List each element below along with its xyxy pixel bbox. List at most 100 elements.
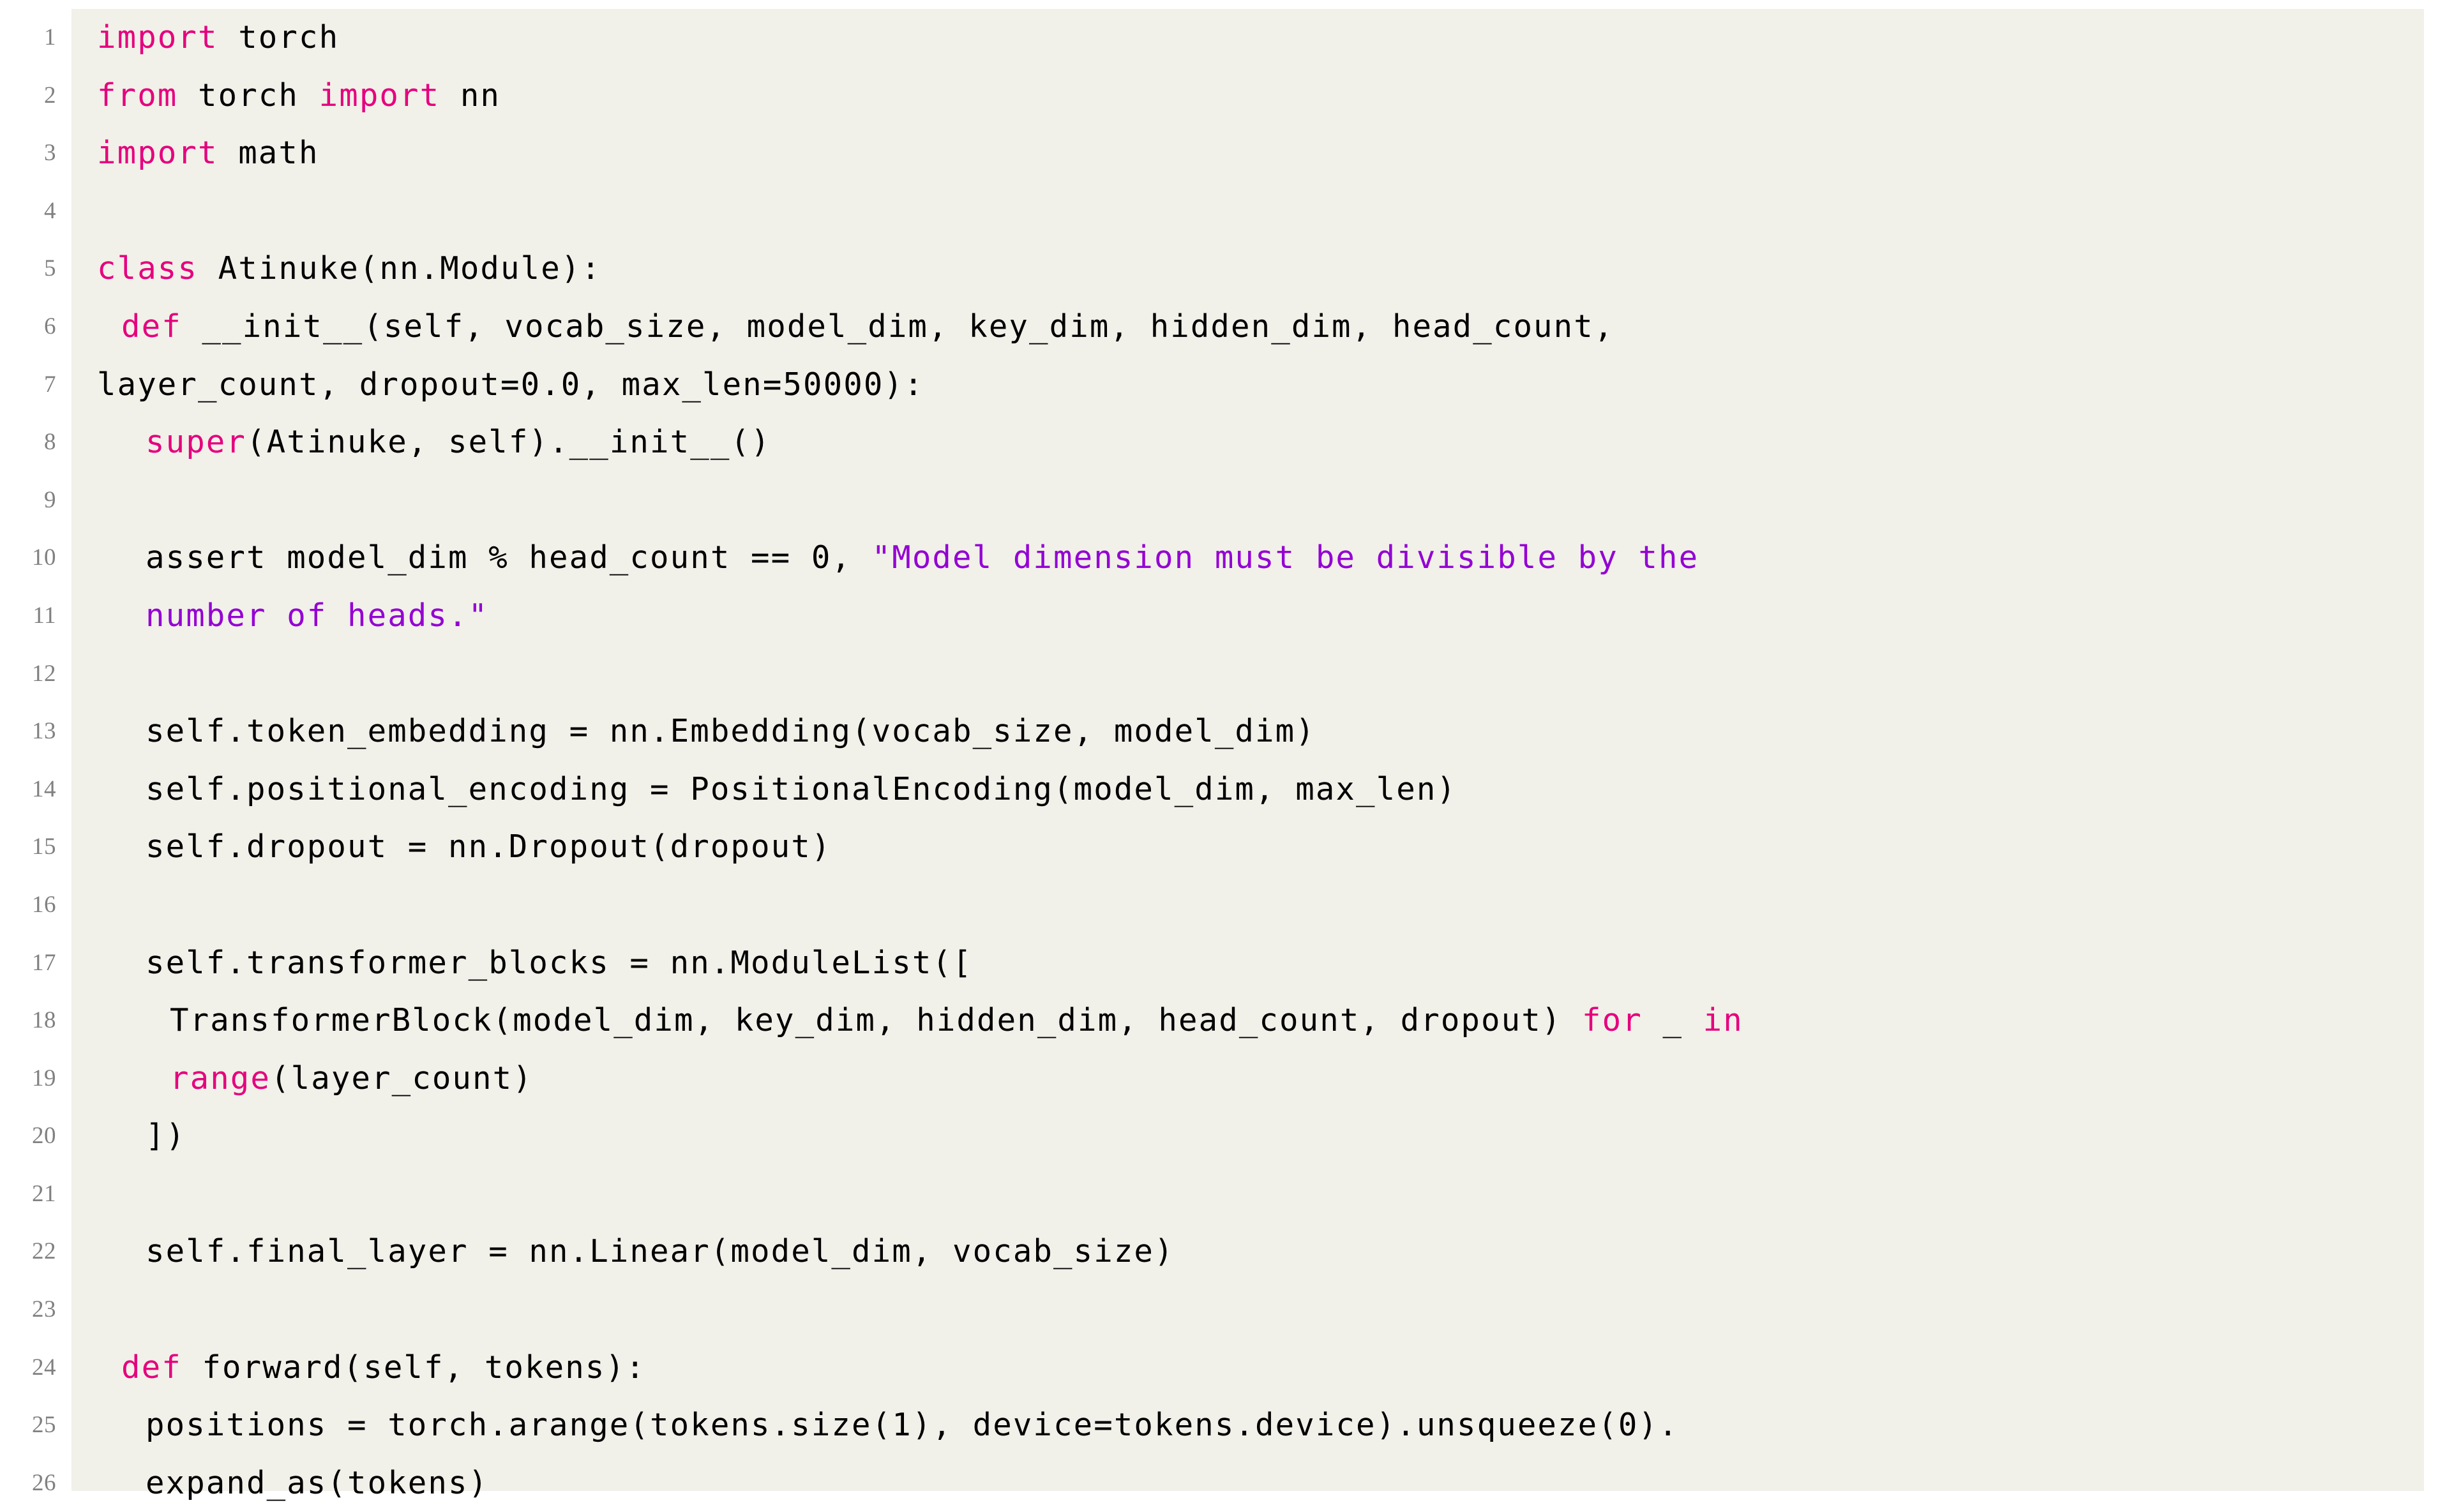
code-line: 16 [0,876,2438,934]
code-line: 13 self.token_embedding = nn.Embedding(vo… [0,703,2438,761]
code-keyword: range [170,1059,271,1097]
line-number: 7 [44,371,56,398]
code-keyword: import [97,135,218,172]
code-line: 11 number of heads." [0,587,2438,645]
line-number: 23 [32,1296,56,1323]
code-line-content: positions = torch.arange(tokens.size(1),… [146,1396,1679,1455]
code-line: 3 import math [0,124,2438,183]
line-number: 6 [44,313,56,340]
code-keyword: super [146,424,247,461]
code-text: self.token_embedding = nn.Embedding(voca… [146,713,1316,750]
line-number: 22 [32,1238,56,1265]
code-line-content: expand_as(tokens) [146,1455,488,1512]
code-keyword: in [1703,1002,1743,1039]
code-line-content: assert model_dim % head_count == 0, "Mod… [146,529,1699,587]
line-number: 20 [32,1123,56,1149]
line-number: 1 [44,24,56,50]
code-keyword: import [319,77,440,114]
code-line-content: self.positional_encoding = PositionalEnc… [146,761,1457,819]
code-text: self.transformer_blocks = nn.ModuleList(… [146,944,973,981]
line-number: 15 [32,834,56,860]
line-number: 3 [44,140,56,167]
code-line: 24 def forward(self, tokens): [0,1339,2438,1397]
code-line: 4 [0,183,2438,241]
code-line: 18 TransformerBlock(model_dim, key_dim, h… [0,992,2438,1050]
code-text: Atinuke(nn.Module): [198,250,602,287]
code-text: assert model_dim % head_count == 0, [146,539,872,576]
code-text: self.positional_encoding = PositionalEnc… [146,770,1457,807]
code-line-content: class Atinuke(nn.Module): [97,240,601,298]
code-text: self.final_layer = nn.Linear(model_dim, … [146,1233,1175,1270]
code-text: torch [177,77,319,114]
code-text: layer_count, dropout=0.0, max_len=50000)… [97,366,924,403]
code-line-content: TransformerBlock(model_dim, key_dim, hid… [170,992,1743,1050]
code-keyword: class [97,250,199,287]
code-text: (layer_count) [271,1059,533,1097]
code-line: 8 super(Atinuke, self).__init__() [0,414,2438,472]
line-number: 14 [32,775,56,802]
code-text: ]) [146,1118,186,1155]
code-line-content: self.token_embedding = nn.Embedding(voca… [146,703,1316,761]
line-number: 13 [32,718,56,745]
code-line-content: self.final_layer = nn.Linear(model_dim, … [146,1223,1175,1281]
line-number: 4 [44,197,56,224]
line-number: 26 [32,1469,56,1496]
code-line: 9 [0,472,2438,530]
code-keyword: def [121,308,182,345]
code-line: 12 [0,645,2438,703]
line-number: 21 [32,1180,56,1207]
code-text: TransformerBlock(model_dim, key_dim, hid… [170,1002,1583,1039]
code-line: 15 self.dropout = nn.Dropout(dropout) [0,818,2438,876]
code-line: 10 assert model_dim % head_count == 0, "M… [0,529,2438,587]
line-number: 17 [32,949,56,976]
code-text: torch [218,19,340,56]
code-text: _ [1642,1002,1703,1039]
line-number: 10 [32,544,56,571]
code-string: number of heads." [146,597,489,634]
code-line: 7 layer_count, dropout=0.0, max_len=50000… [0,356,2438,414]
code-line-content: import torch [97,9,339,67]
code-line: 25 positions = torch.arange(tokens.size(1… [0,1396,2438,1455]
code-line: 22 self.final_layer = nn.Linear(model_dim… [0,1223,2438,1281]
code-text: __init__(self, vocab_size, model_dim, ke… [181,308,1614,345]
code-lines-container: 1 import torch 2 from torch import nn 3 impor… [0,9,2438,1512]
code-keyword: for [1582,1002,1643,1039]
code-keyword: from [97,77,178,114]
code-text: forward(self, tokens): [181,1349,646,1386]
code-line-content: super(Atinuke, self).__init__() [146,414,771,472]
code-line-content: range(layer_count) [170,1050,533,1108]
code-line: 1 import torch [0,9,2438,67]
code-string: "Model dimension must be divisible by th… [871,539,1699,576]
line-number: 11 [33,602,56,629]
code-line-content: import math [97,124,319,183]
code-line: 19 range(layer_count) [0,1050,2438,1108]
code-line-content: ]) [146,1107,186,1165]
code-line: 17 self.transformer_blocks = nn.ModuleLis… [0,934,2438,992]
code-line-content: def __init__(self, vocab_size, model_dim… [121,298,1614,356]
code-text: expand_as(tokens) [146,1464,489,1501]
line-number: 16 [32,891,56,918]
line-number: 9 [44,486,56,513]
line-number: 25 [32,1412,56,1439]
line-number: 12 [32,660,56,687]
code-text: math [218,135,319,172]
code-text: nn [440,77,501,114]
line-number: 24 [32,1354,56,1381]
code-line-content: number of heads." [146,587,488,645]
code-line-content: self.dropout = nn.Dropout(dropout) [146,818,831,876]
code-line: 5 class Atinuke(nn.Module): [0,240,2438,298]
code-line-content: from torch import nn [97,67,500,125]
code-line: 6 def __init__(self, vocab_size, model_di… [0,298,2438,356]
code-text: self.dropout = nn.Dropout(dropout) [146,828,832,865]
code-line-content: def forward(self, tokens): [121,1339,646,1397]
code-line-content: self.transformer_blocks = nn.ModuleList(… [146,934,973,992]
line-number: 19 [32,1065,56,1091]
code-line-content: layer_count, dropout=0.0, max_len=50000)… [97,356,924,414]
code-text: positions = torch.arange(tokens.size(1),… [146,1407,1679,1444]
line-number: 2 [44,82,56,109]
code-line: 14 self.positional_encoding = PositionalE… [0,761,2438,819]
code-line: 23 [0,1281,2438,1339]
line-number: 8 [44,429,56,456]
code-keyword: import [97,19,218,56]
line-number: 18 [32,1007,56,1034]
